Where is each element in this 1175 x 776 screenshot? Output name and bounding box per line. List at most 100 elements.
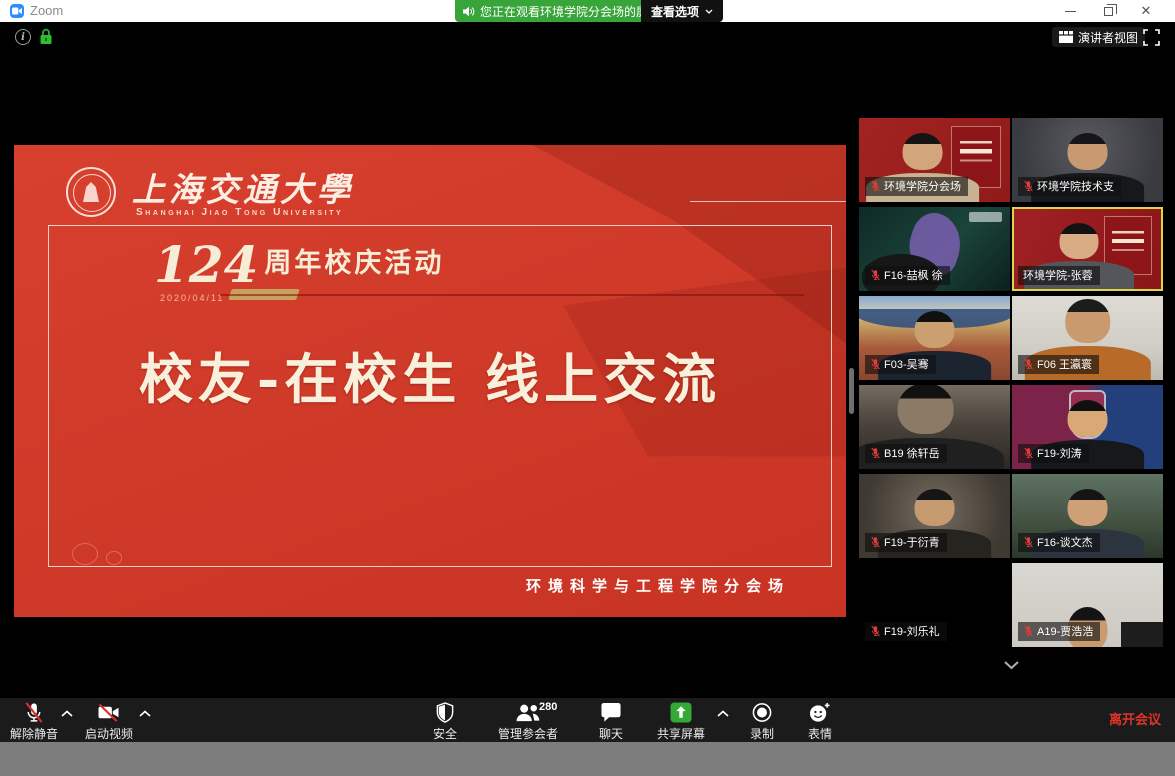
audio-options-chevron[interactable] <box>61 710 73 717</box>
leave-meeting-button[interactable]: 离开会议 <box>1109 698 1161 742</box>
participant-name: B19 徐轩岳 <box>884 445 940 461</box>
muted-mic-icon <box>870 447 881 459</box>
anniversary-number: 124 <box>154 235 258 294</box>
video-panel-scrollbar[interactable] <box>849 368 854 414</box>
record-button[interactable]: 录制 <box>736 698 788 742</box>
share-screen-label: 共享屏幕 <box>657 725 705 742</box>
fullscreen-icon[interactable] <box>1143 29 1160 46</box>
participants-label: 管理参会者 <box>498 725 558 742</box>
participant-tile[interactable]: 环境学院技术支 <box>1012 118 1163 202</box>
participant-name: A19-贾浩浩 <box>1037 623 1093 639</box>
manage-participants-button[interactable]: 280 管理参会者 <box>479 698 577 742</box>
participant-tile[interactable]: F16-谈文杰 <box>1012 474 1163 558</box>
record-icon <box>751 702 773 723</box>
speaker-view-label: 演讲者视图 <box>1078 29 1138 46</box>
participant-nametag: F06 王瀛寰 <box>1018 355 1099 374</box>
participant-name: F16-谈文杰 <box>1037 534 1093 550</box>
participant-tile[interactable]: F19-于衍青 <box>859 474 1010 558</box>
screen-share-notification: 您正在观看环境学院分会场的屏幕 <box>455 0 670 22</box>
video-options-chevron[interactable] <box>139 710 151 717</box>
view-options-label: 查看选项 <box>651 3 699 20</box>
lantern-outline-decoration <box>72 543 98 565</box>
encryption-lock-icon[interactable] <box>39 28 53 45</box>
anniversary-date: 2020/04/11 <box>160 293 224 303</box>
chat-button[interactable]: 聊天 <box>585 698 637 742</box>
participant-tile[interactable]: F19-刘涛 <box>1012 385 1163 469</box>
meeting-info-icon[interactable]: i <box>15 29 31 45</box>
start-video-label: 启动视频 <box>85 725 133 742</box>
speaker-view-button[interactable]: 演讲者视图 <box>1052 27 1145 47</box>
participant-nametag: F03-吴骞 <box>865 355 936 374</box>
participant-nametag: B19 徐轩岳 <box>865 444 947 463</box>
security-button[interactable]: 安全 <box>418 698 472 742</box>
muted-mic-icon <box>870 269 881 281</box>
muted-mic-icon <box>1023 536 1034 548</box>
smiley-plus-icon <box>808 702 832 723</box>
view-options-button[interactable]: 查看选项 <box>641 0 723 22</box>
unmute-button[interactable]: 解除静音 <box>7 698 61 742</box>
participants-count: 280 <box>539 701 557 713</box>
participant-tile[interactable]: B19 徐轩岳 <box>859 385 1010 469</box>
participant-name: F06 王瀛寰 <box>1037 356 1092 372</box>
participant-tile[interactable]: F03-吴骞 <box>859 296 1010 380</box>
participant-nametag: 环境学院技术支 <box>1018 177 1121 196</box>
window-titlebar: Zoom 您正在观看环境学院分会场的屏幕 查看选项 ✕ <box>0 0 1175 22</box>
sjtu-seal-icon <box>66 167 116 217</box>
participant-nametag: 环境学院分会场 <box>865 177 968 196</box>
muted-mic-icon <box>870 536 881 548</box>
security-label: 安全 <box>433 725 457 742</box>
gallery-grid-icon <box>1059 31 1073 43</box>
participant-name: F03-吴骞 <box>884 356 929 372</box>
meeting-main-area: i 上海交通大學 Shanghai Jiao Tong University 1… <box>0 22 1175 698</box>
participant-tile[interactable]: A19-贾浩浩 <box>1012 563 1163 647</box>
participant-tile-video-off[interactable]: F19-刘乐礼 <box>859 563 1010 647</box>
muted-mic-icon <box>1023 358 1034 370</box>
restore-button[interactable] <box>1091 0 1125 22</box>
participant-tile[interactable]: F06 王瀛寰 <box>1012 296 1163 380</box>
close-button[interactable]: ✕ <box>1129 0 1163 22</box>
participant-tile[interactable]: 环境学院分会场 <box>859 118 1010 202</box>
participant-gallery: 环境学院分会场 环境学院技术支 F16-喆枫 徐 环境学院-张蓉 <box>859 118 1163 647</box>
chat-bubble-icon <box>599 702 623 723</box>
participant-nametag: A19-贾浩浩 <box>1018 622 1100 641</box>
participant-name: 环境学院分会场 <box>884 178 961 194</box>
unmute-label: 解除静音 <box>10 725 58 742</box>
muted-mic-icon <box>1023 625 1034 637</box>
reactions-button[interactable]: 表情 <box>794 698 846 742</box>
more-participants-chevron-icon[interactable] <box>1003 658 1020 672</box>
participant-nametag: F16-喆枫 徐 <box>865 266 950 285</box>
anniversary-heading: 124周年校庆活动 <box>154 235 444 294</box>
participant-name: F19-刘乐礼 <box>884 623 940 639</box>
participant-tile-active-speaker[interactable]: 环境学院-张蓉 <box>1012 207 1163 291</box>
participant-name: F19-刘涛 <box>1037 445 1082 461</box>
muted-mic-icon <box>1023 180 1034 192</box>
chat-label: 聊天 <box>599 725 623 742</box>
minimize-button[interactable] <box>1053 0 1087 22</box>
video-off-icon <box>96 702 122 723</box>
share-options-chevron[interactable] <box>717 710 729 717</box>
slide-main-title: 校友-在校生 线上交流 <box>14 335 846 414</box>
share-screen-button[interactable]: 共享屏幕 <box>650 698 712 742</box>
video-watermark <box>969 212 1002 222</box>
notification-text: 您正在观看环境学院分会场的屏幕 <box>480 3 660 20</box>
muted-mic-icon <box>870 358 881 370</box>
lantern-outline-decoration-2 <box>106 551 122 565</box>
university-name-cn: 上海交通大學 <box>132 163 354 211</box>
participant-nametag: F16-谈文杰 <box>1018 533 1100 552</box>
participant-nametag: F19-于衍青 <box>865 533 947 552</box>
meeting-toolbar: 解除静音 启动视频 安全 280 管理参会者 聊天 共享屏幕 录制 表情 离开会… <box>0 698 1175 742</box>
muted-mic-icon <box>870 625 881 637</box>
slide-footer-text: 环境科学与工程学院分会场 <box>526 575 790 596</box>
participant-tile[interactable]: F16-喆枫 徐 <box>859 207 1010 291</box>
slide-title-rule <box>690 201 846 202</box>
participant-name: 环境学院-张蓉 <box>1023 267 1093 283</box>
start-video-button[interactable]: 启动视频 <box>82 698 136 742</box>
chevron-down-icon <box>705 9 713 14</box>
shield-icon <box>435 702 455 723</box>
muted-mic-icon <box>22 702 46 723</box>
reactions-label: 表情 <box>808 725 832 742</box>
participant-nametag: F19-刘涛 <box>1018 444 1089 463</box>
participant-name: F19-于衍青 <box>884 534 940 550</box>
anniversary-label: 周年校庆活动 <box>264 248 444 278</box>
shared-screen-slide: 上海交通大學 Shanghai Jiao Tong University 124… <box>14 145 846 617</box>
